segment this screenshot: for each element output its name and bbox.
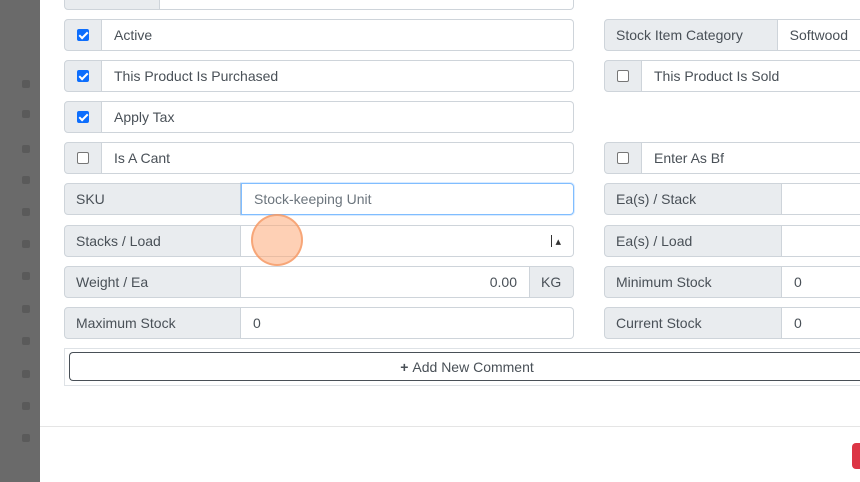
sold-group: This Product Is Sold bbox=[604, 60, 860, 92]
weight-label: Weight / Ea bbox=[64, 266, 241, 298]
min-stock-group: Minimum Stock 0 bbox=[604, 266, 860, 298]
current-stock-value: 0 bbox=[794, 315, 802, 331]
top-partial-field[interactable] bbox=[160, 0, 574, 10]
add-comment-button[interactable]: + Add New Comment bbox=[69, 352, 860, 381]
backdrop-item bbox=[22, 337, 30, 345]
ea-load-input[interactable] bbox=[782, 225, 860, 257]
click-indicator bbox=[251, 214, 303, 266]
is-cant-checkbox[interactable] bbox=[77, 152, 89, 164]
max-stock-value: 0 bbox=[253, 315, 261, 331]
stepper-arrows-icon[interactable]: ▴︎ bbox=[551, 235, 561, 248]
min-stock-value: 0 bbox=[794, 274, 802, 290]
min-stock-input[interactable]: 0 bbox=[782, 266, 860, 298]
comment-panel: + Add New Comment bbox=[64, 348, 860, 386]
max-stock-group: Maximum Stock 0 bbox=[64, 307, 574, 339]
backdrop-item bbox=[22, 110, 30, 118]
backdrop-item bbox=[22, 272, 30, 280]
weight-unit: KG bbox=[530, 266, 574, 298]
active-label: Active bbox=[102, 19, 574, 51]
is-cant-group: Is A Cant bbox=[64, 142, 574, 174]
current-stock-input[interactable]: 0 bbox=[782, 307, 860, 339]
ea-load-label: Ea(s) / Load bbox=[604, 225, 782, 257]
purchased-checkbox-cell[interactable] bbox=[64, 60, 102, 92]
ea-stack-group: Ea(s) / Stack bbox=[604, 183, 860, 215]
sku-input[interactable]: Stock-keeping Unit bbox=[241, 183, 574, 215]
min-stock-label: Minimum Stock bbox=[604, 266, 782, 298]
enter-bf-label: Enter As Bf bbox=[642, 142, 860, 174]
active-checkbox[interactable] bbox=[77, 29, 89, 41]
is-cant-checkbox-cell[interactable] bbox=[64, 142, 102, 174]
stacks-load-group: Stacks / Load ▴︎ bbox=[64, 225, 574, 257]
top-partial-group bbox=[64, 0, 574, 10]
backdrop-item bbox=[22, 176, 30, 184]
apply-tax-label: Apply Tax bbox=[102, 101, 574, 133]
apply-tax-checkbox-cell[interactable] bbox=[64, 101, 102, 133]
sku-placeholder: Stock-keeping Unit bbox=[254, 191, 372, 207]
sold-checkbox[interactable] bbox=[617, 70, 629, 82]
backdrop-item bbox=[22, 402, 30, 410]
backdrop-item bbox=[22, 80, 30, 88]
sold-label: This Product Is Sold bbox=[642, 60, 860, 92]
purchased-label: This Product Is Purchased bbox=[102, 60, 574, 92]
apply-tax-group: Apply Tax bbox=[64, 101, 574, 133]
sold-checkbox-cell[interactable] bbox=[604, 60, 642, 92]
weight-input[interactable]: 0.00 bbox=[241, 266, 530, 298]
enter-bf-checkbox-cell[interactable] bbox=[604, 142, 642, 174]
category-select[interactable]: Softwood bbox=[777, 19, 860, 51]
max-stock-input[interactable]: 0 bbox=[241, 307, 574, 339]
product-modal: Active This Product Is Purchased Apply T… bbox=[40, 0, 860, 482]
current-stock-group: Current Stock 0 bbox=[604, 307, 860, 339]
modal-footer-divider bbox=[40, 426, 860, 427]
add-comment-label: Add New Comment bbox=[412, 358, 534, 375]
enter-bf-checkbox[interactable] bbox=[617, 152, 629, 164]
ea-stack-input[interactable] bbox=[782, 183, 860, 215]
footer-action-button[interactable] bbox=[852, 443, 860, 469]
plus-icon: + bbox=[400, 358, 409, 375]
backdrop-item bbox=[22, 240, 30, 248]
active-checkbox-cell[interactable] bbox=[64, 19, 102, 51]
ea-load-group: Ea(s) / Load bbox=[604, 225, 860, 257]
top-partial-addon bbox=[64, 0, 160, 10]
current-stock-label: Current Stock bbox=[604, 307, 782, 339]
backdrop-item bbox=[22, 370, 30, 378]
sku-group: SKU Stock-keeping Unit bbox=[64, 183, 574, 215]
active-group: Active bbox=[64, 19, 574, 51]
purchased-group: This Product Is Purchased bbox=[64, 60, 574, 92]
stacks-load-label: Stacks / Load bbox=[64, 225, 241, 257]
backdrop-item bbox=[22, 208, 30, 216]
category-label: Stock Item Category bbox=[604, 19, 778, 51]
category-value: Softwood bbox=[789, 27, 848, 43]
weight-value: 0.00 bbox=[489, 274, 517, 290]
sku-label: SKU bbox=[64, 183, 241, 215]
weight-group: Weight / Ea 0.00 KG bbox=[64, 266, 574, 298]
backdrop-item bbox=[22, 145, 30, 153]
max-stock-label: Maximum Stock bbox=[64, 307, 241, 339]
category-group: Stock Item Category Softwood bbox=[604, 19, 860, 51]
backdrop-item bbox=[22, 434, 30, 442]
backdrop-item bbox=[22, 305, 30, 313]
ea-stack-label: Ea(s) / Stack bbox=[604, 183, 782, 215]
purchased-checkbox[interactable] bbox=[77, 70, 89, 82]
modal-backdrop bbox=[0, 0, 40, 482]
is-cant-label: Is A Cant bbox=[102, 142, 574, 174]
apply-tax-checkbox[interactable] bbox=[77, 111, 89, 123]
enter-bf-group: Enter As Bf bbox=[604, 142, 860, 174]
